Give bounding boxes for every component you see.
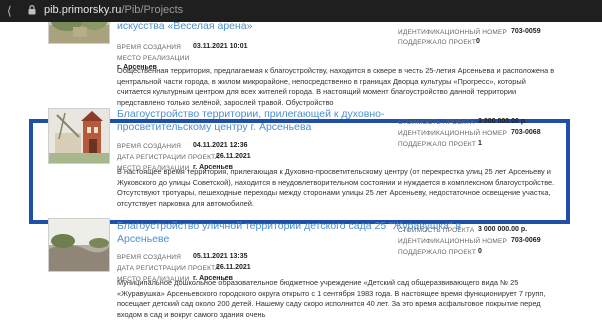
back-arrow-icon[interactable]: ⟨ — [7, 4, 12, 18]
supported-value: 0 — [476, 38, 480, 45]
time-created-value: 03.11.2021 10:01 — [193, 43, 248, 50]
supported-value: 0 — [478, 248, 482, 255]
id-value: 703-0069 — [511, 237, 541, 244]
project-title[interactable]: Благоустройство территории, прилегающей … — [117, 108, 384, 134]
supported-label: ПОДДЕРЖАЛО ПРОЕКТ — [398, 141, 477, 148]
id-value: 703-0068 — [511, 129, 541, 136]
supported-label: ПОДДЕРЖАЛО ПРОЕКТ — [398, 249, 477, 256]
project-thumbnail[interactable] — [48, 108, 110, 164]
url-host: pib.primorsky.ru — [44, 4, 122, 16]
supported-label: ПОДДЕРЖАЛО ПРОЕКТ — [398, 39, 477, 46]
projects-list: искусства «Веселая арена» ВРЕМЯ СОЗДАНИЯ… — [0, 22, 602, 323]
supported-value: 1 — [478, 140, 482, 147]
project-title[interactable]: искусства «Веселая арена» — [117, 22, 252, 33]
url-path: /Pib/Projects — [121, 4, 184, 16]
url-text[interactable]: pib.primorsky.ru/Pib/Projects — [44, 4, 183, 16]
project-thumbnail[interactable] — [48, 22, 110, 44]
lock-icon — [28, 5, 36, 15]
project-description: Общественная территория, предлагаемая к … — [117, 66, 555, 107]
project-description: Муниципальное дошкольное образовательное… — [117, 278, 546, 319]
project-thumbnail[interactable] — [48, 218, 110, 272]
project-description: В настоящее время территория, прилегающа… — [117, 167, 555, 208]
id-value: 703-0059 — [511, 28, 541, 35]
browser-address-bar[interactable]: ⟨ pib.primorsky.ru/Pib/Projects — [0, 0, 602, 22]
